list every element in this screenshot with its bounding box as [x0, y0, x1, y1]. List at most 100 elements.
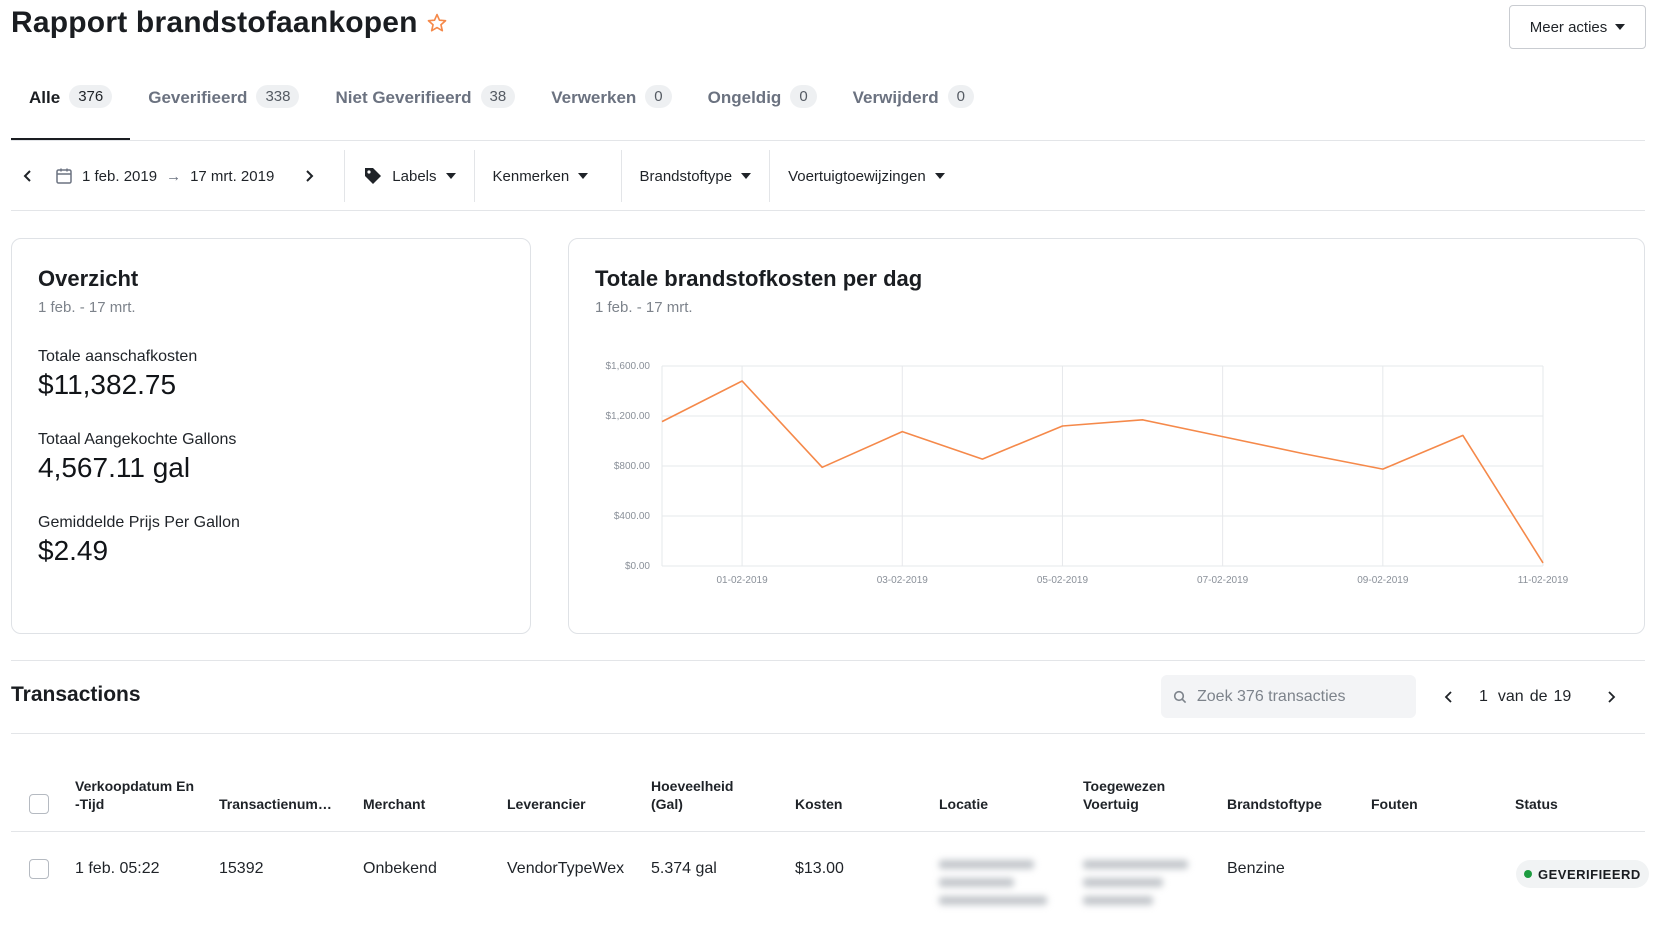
tab-count: 0	[645, 85, 672, 108]
date-prev-button[interactable]	[11, 169, 45, 183]
tab-processing[interactable]: Verwerken 0	[533, 85, 689, 140]
page-total: 19	[1553, 688, 1572, 705]
page-of-1: van	[1497, 688, 1524, 705]
filters-divider	[11, 210, 1645, 211]
y-tick-label: $0.00	[625, 561, 650, 572]
date-next-button[interactable]	[284, 169, 334, 183]
tab-count: 338	[256, 85, 300, 108]
vehicle-assignments-filter-label: Voertuigtoewijzingen	[788, 167, 926, 185]
x-tick-label: 03-02-2019	[877, 575, 929, 586]
features-filter[interactable]: Kenmerken	[475, 168, 621, 185]
caret-down-icon	[741, 173, 752, 179]
x-tick-label: 11-02-2019	[1518, 575, 1569, 586]
fuel-type-filter[interactable]: Brandstoftype	[622, 168, 770, 185]
overview-card: Overzicht 1 feb. - 17 mrt. Totale aansch…	[11, 238, 531, 634]
page-title: Rapport brandstofaankopen	[11, 6, 418, 39]
column-header-vehicle[interactable]: Toegewezen Voertuig	[1083, 777, 1183, 813]
date-from: 1 feb. 2019	[82, 167, 158, 185]
tab-label: Alle	[29, 88, 61, 107]
tab-unverified[interactable]: Niet Geverifieerd 38	[317, 85, 533, 140]
column-header-quantity[interactable]: Hoeveelheid (Gal)	[651, 777, 751, 813]
metric-value-total-cost: $11,382.75	[38, 369, 177, 400]
cell-date: 1 feb. 05:22	[75, 860, 160, 877]
column-header-fuel-type[interactable]: Brandstoftype	[1227, 795, 1322, 813]
caret-down-icon	[934, 173, 945, 179]
fuel-cost-line-chart: $1,600.00 $1,200.00 $800.00 $400.00 $0.00 01-…	[606, 361, 1569, 586]
chart-card: Totale brandstofkosten per dag 1 feb. - …	[568, 238, 1645, 634]
caret-down-icon	[1615, 24, 1626, 30]
metric-label-total-cost: Totale aanschafkosten	[38, 348, 198, 365]
features-filter-label: Kenmerken	[492, 167, 570, 185]
tab-invalid[interactable]: Ongeldig 0	[690, 85, 835, 140]
tab-verified[interactable]: Geverifieerd 338	[130, 85, 317, 140]
date-arrow: →	[166, 167, 182, 185]
chevron-right-icon	[306, 170, 314, 182]
status-tabs: Alle 376 Geverifieerd 338 Niet Geverifie…	[11, 85, 992, 140]
chevron-left-icon	[1444, 691, 1452, 703]
tabs-divider	[11, 140, 1645, 141]
tab-label: Niet Geverifieerd	[335, 88, 472, 107]
tab-count: 0	[790, 85, 817, 108]
date-range-picker[interactable]: 1 feb. 2019 → 17 mrt. 2019	[55, 167, 274, 185]
tab-label: Verwijderd	[852, 88, 939, 107]
search-input[interactable]	[1197, 687, 1407, 706]
more-actions-label: Meer acties	[1529, 18, 1608, 36]
metric-value-avg-price: $2.49	[38, 535, 109, 566]
series-line	[661, 380, 1544, 564]
cell-transaction-number: 15392	[219, 860, 264, 877]
vehicle-assignments-filter[interactable]: Voertuigtoewijzingen	[770, 168, 963, 185]
tab-label: Ongeldig	[707, 88, 782, 107]
calendar-icon	[56, 168, 72, 184]
labels-filter-label: Labels	[392, 167, 437, 185]
column-header-cost[interactable]: Kosten	[795, 795, 842, 813]
metric-label-total-gallons: Totaal Aangekochte Gallons	[38, 431, 237, 448]
transaction-search[interactable]	[1161, 675, 1416, 718]
cell-vehicle-redacted	[1083, 860, 1193, 914]
date-to: 17 mrt. 2019	[190, 167, 275, 185]
x-tick-label: 01-02-2019	[717, 575, 769, 586]
cell-fuel-type: Benzine	[1227, 860, 1285, 877]
fuel-type-filter-label: Brandstoftype	[639, 167, 733, 185]
search-icon	[1173, 690, 1187, 703]
tab-deleted[interactable]: Verwijderd 0	[835, 85, 992, 140]
column-header-merchant[interactable]: Merchant	[363, 795, 425, 813]
section-divider	[11, 660, 1645, 661]
cell-quantity: 5.374 gal	[651, 860, 717, 877]
tab-label: Verwerken	[551, 88, 637, 107]
more-actions-button[interactable]: Meer acties	[1509, 5, 1646, 49]
pagination: 1 van de 19	[1437, 685, 1623, 709]
cell-merchant: Onbekend	[363, 860, 437, 877]
metric-label-avg-price: Gemiddelde Prijs Per Gallon	[38, 514, 240, 531]
y-tick-label: $800.00	[614, 461, 651, 472]
table-header-divider	[11, 831, 1645, 832]
next-page-button[interactable]	[1599, 690, 1623, 704]
column-header-date[interactable]: Verkoopdatum En -Tijd	[75, 777, 195, 813]
chevron-right-icon	[1608, 691, 1616, 703]
prev-page-button[interactable]	[1437, 690, 1461, 704]
select-all-checkbox[interactable]	[29, 794, 49, 814]
x-tick-label: 05-02-2019	[1037, 575, 1089, 586]
chevron-left-icon	[23, 170, 31, 182]
row-checkbox[interactable]	[29, 859, 49, 879]
column-header-transaction-number[interactable]: Transactienum…	[219, 795, 343, 813]
column-header-location[interactable]: Locatie	[939, 795, 988, 813]
column-header-errors[interactable]: Fouten	[1371, 795, 1418, 813]
metric-value-total-gallons: 4,567.11 gal	[38, 452, 191, 483]
star-icon[interactable]	[426, 12, 448, 34]
filter-bar: 1 feb. 2019 → 17 mrt. 2019 Labels Kenmer…	[11, 150, 963, 202]
transactions-title: Transactions	[11, 683, 141, 706]
caret-down-icon	[445, 173, 456, 179]
tab-count: 376	[69, 85, 113, 108]
column-header-vendor[interactable]: Leverancier	[507, 795, 586, 813]
overview-subtitle: 1 feb. - 17 mrt.	[38, 299, 136, 316]
tab-label: Geverifieerd	[148, 88, 248, 107]
cell-vendor: VendorTypeWex	[507, 860, 625, 877]
tag-icon	[365, 168, 382, 184]
column-header-status[interactable]: Status	[1515, 795, 1558, 813]
tab-count: 38	[480, 85, 516, 108]
page-of-2: de	[1529, 688, 1548, 705]
transactions-header-divider	[11, 733, 1645, 734]
tab-all[interactable]: Alle 376	[11, 85, 131, 140]
y-tick-label: $400.00	[614, 511, 651, 522]
labels-filter[interactable]: Labels	[345, 166, 473, 186]
